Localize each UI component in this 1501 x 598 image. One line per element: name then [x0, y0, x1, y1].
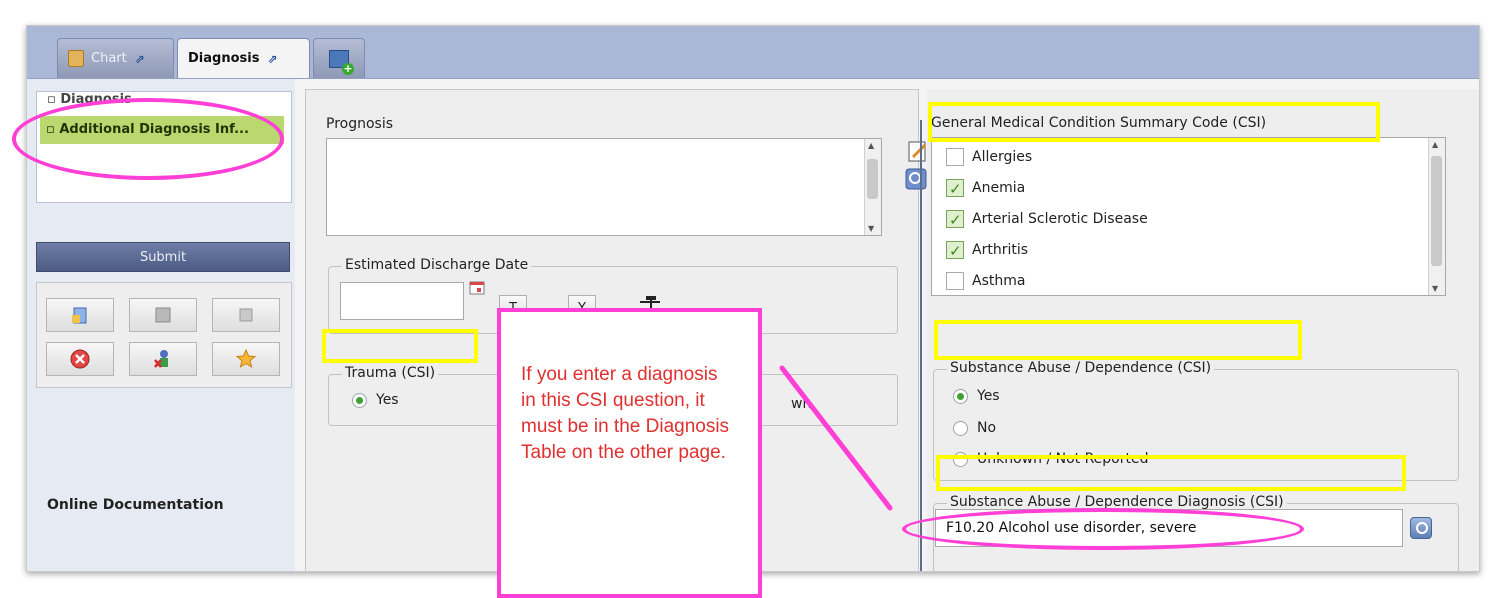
edit-document-button[interactable] — [46, 298, 114, 332]
trauma-option-yes[interactable]: Yes — [352, 392, 399, 408]
add-tab-button[interactable] — [313, 38, 365, 78]
condition-item-label: Arthritis — [972, 242, 1029, 258]
lookup-icon[interactable] — [905, 168, 927, 190]
edit-document-icon — [72, 307, 87, 324]
checkbox[interactable] — [946, 209, 964, 231]
condition-checklist[interactable]: Allergies Anemia Arterial Sclerotic Dise… — [931, 137, 1446, 296]
tab-bar: Chart ⇗ Diagnosis ⇗ — [27, 26, 1479, 79]
condition-item-label: Anemia — [972, 180, 1026, 196]
cancel-button[interactable] — [46, 342, 114, 376]
radio-button[interactable] — [953, 420, 968, 436]
magnifier-icon[interactable] — [1410, 517, 1432, 539]
condition-item-arterial[interactable]: Arterial Sclerotic Disease — [946, 208, 1148, 231]
star-icon — [235, 348, 257, 369]
prognosis-scrollbar[interactable]: ▲ ▼ — [864, 139, 881, 235]
prognosis-textarea[interactable]: ▲ ▼ — [326, 138, 882, 236]
callout-arrow — [779, 365, 893, 511]
scroll-up-icon[interactable]: ▲ — [868, 141, 874, 150]
substance-option-yes[interactable]: Yes — [953, 388, 1000, 404]
condition-scrollbar[interactable]: ▲ ▼ — [1428, 138, 1445, 295]
chart-folder-icon — [68, 50, 84, 67]
callout-text: If you enter a diagnosis in this CSI que… — [521, 364, 730, 463]
radio-button[interactable] — [352, 392, 367, 408]
save-button[interactable] — [129, 298, 197, 332]
tab-chart-label: Chart — [91, 51, 127, 66]
note-icon — [239, 308, 253, 322]
online-documentation-link[interactable]: Online Documentation — [47, 497, 224, 513]
circle-substance-dx-value — [902, 508, 1304, 550]
cancel-icon — [70, 349, 90, 369]
callout-note: If you enter a diagnosis in this CSI que… — [497, 308, 762, 598]
substance-label: Substance Abuse / Dependence (CSI) — [947, 360, 1215, 376]
panel-divider[interactable] — [920, 120, 922, 571]
highlight-trauma-label — [322, 329, 478, 363]
highlight-condition-label — [928, 102, 1380, 142]
scroll-down-icon[interactable]: ▼ — [868, 224, 874, 233]
pin-icon[interactable]: ⇗ — [135, 52, 145, 66]
scroll-thumb[interactable] — [1431, 156, 1442, 266]
trauma-yes-label: Yes — [376, 392, 399, 408]
pin-icon[interactable]: ⇗ — [267, 52, 277, 66]
scroll-thumb[interactable] — [867, 159, 878, 199]
action-button-grid — [36, 282, 292, 388]
checkbox[interactable] — [946, 272, 964, 290]
calendar-icon[interactable] — [468, 279, 488, 299]
highlight-substance-dx-label — [936, 455, 1406, 491]
save-icon — [155, 307, 171, 323]
checkbox[interactable] — [946, 148, 964, 166]
highlight-substance-label — [934, 320, 1302, 360]
condition-item-arthritis[interactable]: Arthritis — [946, 239, 1029, 262]
tab-diagnosis-label: Diagnosis — [188, 51, 260, 66]
condition-item-anemia[interactable]: Anemia — [946, 177, 1026, 200]
add-tab-icon — [329, 49, 354, 75]
tab-chart[interactable]: Chart ⇗ — [57, 38, 174, 78]
condition-item-asthma[interactable]: Asthma — [946, 270, 1025, 292]
tab-diagnosis[interactable]: Diagnosis ⇗ — [177, 38, 310, 78]
condition-item-label: Allergies — [972, 149, 1033, 165]
condition-item-label: Asthma — [972, 273, 1026, 289]
condition-item-label: Arterial Sclerotic Disease — [972, 211, 1148, 227]
discharge-date-label: Estimated Discharge Date — [342, 257, 532, 273]
condition-item-allergies[interactable]: Allergies — [946, 146, 1032, 168]
substance-option-no[interactable]: No — [953, 420, 996, 436]
scroll-down-icon[interactable]: ▼ — [1432, 284, 1438, 293]
substance-no-label: No — [977, 420, 997, 436]
remove-user-icon — [154, 350, 168, 368]
discharge-date-input[interactable] — [340, 282, 464, 320]
checkbox[interactable] — [946, 240, 964, 262]
submit-button[interactable]: Submit — [36, 242, 290, 272]
substance-yes-label: Yes — [977, 388, 1000, 404]
circle-additional-diagnosis — [12, 98, 284, 180]
favorite-button[interactable] — [212, 342, 280, 376]
checkbox[interactable] — [946, 178, 964, 200]
prognosis-label: Prognosis — [326, 116, 394, 132]
trauma-label: Trauma (CSI) — [342, 365, 439, 381]
radio-button[interactable] — [953, 388, 968, 404]
note-button[interactable] — [212, 298, 280, 332]
remove-user-button[interactable] — [129, 342, 197, 376]
scroll-up-icon[interactable]: ▲ — [1432, 140, 1438, 149]
